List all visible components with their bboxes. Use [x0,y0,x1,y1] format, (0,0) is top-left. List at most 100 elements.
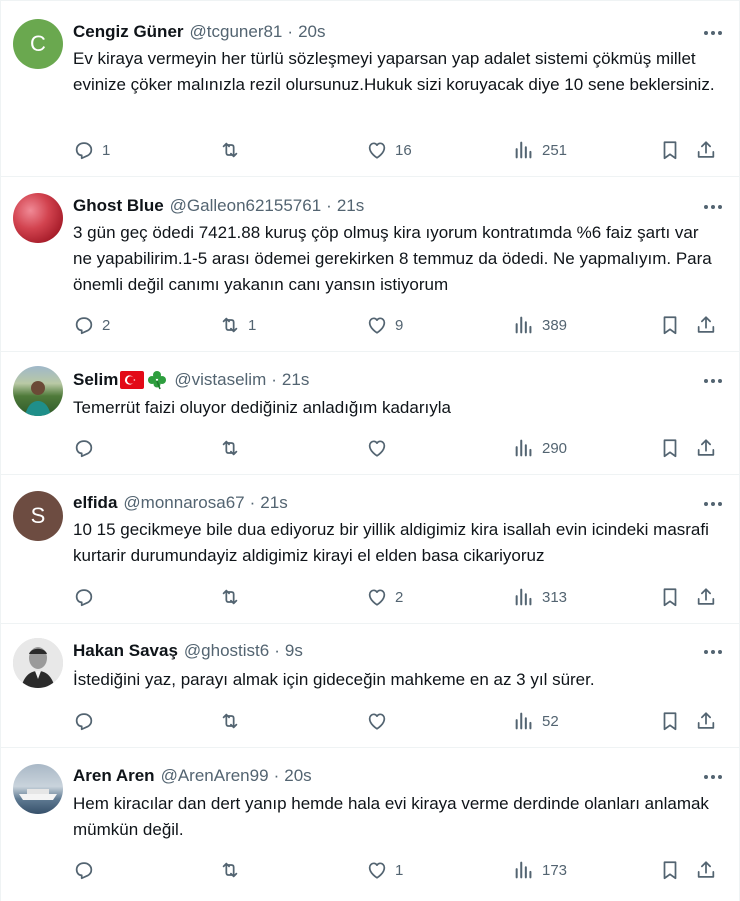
retweet-button[interactable] [219,136,248,164]
separator-dot: · [274,641,280,660]
timestamp[interactable]: 20s [298,22,325,42]
bookmark-button[interactable] [659,136,681,164]
reply-button[interactable] [73,434,102,462]
like-count: 9 [395,316,404,334]
tweet-header: Ghost Blue @Galleon62155761 · 21s [73,195,729,217]
retweet-button[interactable] [219,583,248,611]
more-options-icon[interactable] [701,23,725,43]
more-options-icon[interactable] [701,494,725,514]
retweet-button[interactable] [219,707,248,735]
reply-button[interactable] [73,856,102,884]
user-handle[interactable]: @ArenAren99 [161,766,269,786]
bookmark-button[interactable] [659,856,681,884]
retweet-button[interactable]: 1 [219,311,256,339]
display-name[interactable]: Ghost Blue [73,196,164,216]
views-button[interactable]: 290 [513,434,567,462]
views-button[interactable]: 52 [513,707,559,735]
reply-button[interactable] [73,583,102,611]
timestamp[interactable]: 20s [284,766,311,786]
analytics-icon [515,712,532,730]
user-handle[interactable]: @Galleon62155761 [170,196,322,216]
share-button[interactable] [695,856,717,884]
separator-dot: · [273,766,280,785]
tweet-header: Selim @vistaselim · 21s [73,369,729,391]
tweet-header: Hakan Savaş @ghostist6 · 9s [73,640,729,662]
tweet[interactable]: C Cengiz Güner @tcguner81 · 20s Ev kiray… [1,0,740,176]
retweet-button[interactable] [219,856,248,884]
bookmark-button[interactable] [659,434,681,462]
more-options-icon[interactable] [701,371,725,391]
timestamp[interactable]: 9s [285,641,303,661]
tweet[interactable]: Hakan Savaş @ghostist6 · 9s İstediğini y… [1,623,740,747]
like-button[interactable]: 9 [366,311,403,339]
more-options-icon[interactable] [701,767,725,787]
avatar[interactable]: C [13,19,63,69]
reply-count: 2 [102,316,111,334]
separator-dot: · [249,493,256,512]
avatar[interactable] [13,193,63,243]
tweet-text: Temerrüt faizi oluyor dediğiniz anladığı… [73,398,451,417]
tweet-text: Ev kiraya vermeyin her türlü sözleşmeyi … [73,49,715,94]
user-handle[interactable]: @ghostist6 [184,641,269,661]
share-button[interactable] [695,583,717,611]
tweet[interactable]: Selim @vistaselim · 21s Temerrüt faizi o… [1,351,740,474]
like-button[interactable] [366,707,395,735]
tweet[interactable]: S elfida @monnarosa67 · 21s 10 15 gecikm… [1,474,740,623]
display-name[interactable]: Aren Aren [73,766,155,786]
like-button[interactable]: 16 [366,136,412,164]
reply-count: 1 [102,141,111,159]
analytics-icon [515,316,532,334]
views-button[interactable]: 251 [513,136,567,164]
avatar[interactable] [13,638,63,688]
display-name[interactable]: Hakan Savaş [73,641,178,661]
heart-icon [368,589,386,606]
avatar[interactable] [13,764,63,814]
share-button[interactable] [695,707,717,735]
tweet-text: Hem kiracılar dan dert yanıp hemde hala … [73,794,709,839]
like-button[interactable]: 1 [366,856,403,884]
separator-dot: · [326,196,332,215]
display-name[interactable]: Selim [73,370,118,390]
view-count: 173 [542,861,568,879]
like-button[interactable] [366,434,395,462]
avatar[interactable] [13,366,63,416]
views-button[interactable]: 389 [513,311,567,339]
bookmark-button[interactable] [659,583,681,611]
share-button[interactable] [695,434,717,462]
analytics-icon [515,588,532,606]
more-options-icon[interactable] [701,197,725,217]
views-button[interactable]: 313 [513,583,567,611]
user-handle[interactable]: @vistaselim [174,370,266,390]
more-options-icon[interactable] [701,642,725,662]
bookmark-button[interactable] [659,707,681,735]
views-button[interactable]: 173 [513,856,567,884]
tweet[interactable]: Aren Aren @ArenAren99 · 20s Hem kiracıla… [1,747,740,901]
user-handle[interactable]: @monnarosa67 [123,493,244,513]
reply-icon [75,317,93,335]
timestamp[interactable]: 21s [282,370,309,390]
timestamp[interactable]: 21s [260,493,287,513]
action-bar: 1 16 251 [73,136,727,164]
bookmark-icon [663,316,677,335]
display-name[interactable]: Cengiz Güner [73,22,184,42]
user-handle[interactable]: @tcguner81 [190,22,283,42]
reply-button[interactable] [73,707,102,735]
view-count: 52 [542,712,559,730]
like-button[interactable]: 2 [366,583,403,611]
share-icon [697,588,715,605]
action-bar: 290 [73,434,727,462]
share-button[interactable] [695,136,717,164]
heart-icon [368,317,386,334]
retweet-icon [222,317,238,333]
share-button[interactable] [695,311,717,339]
retweet-button[interactable] [219,434,248,462]
heart-icon [368,713,386,730]
timestamp[interactable]: 21s [337,196,364,216]
reply-button[interactable]: 2 [73,311,110,339]
display-name[interactable]: elfida [73,493,117,513]
view-count: 251 [542,141,568,159]
bookmark-button[interactable] [659,311,681,339]
reply-button[interactable]: 1 [73,136,110,164]
tweet[interactable]: Ghost Blue @Galleon62155761 · 21s 3 gün … [1,176,740,351]
avatar[interactable]: S [13,491,63,541]
